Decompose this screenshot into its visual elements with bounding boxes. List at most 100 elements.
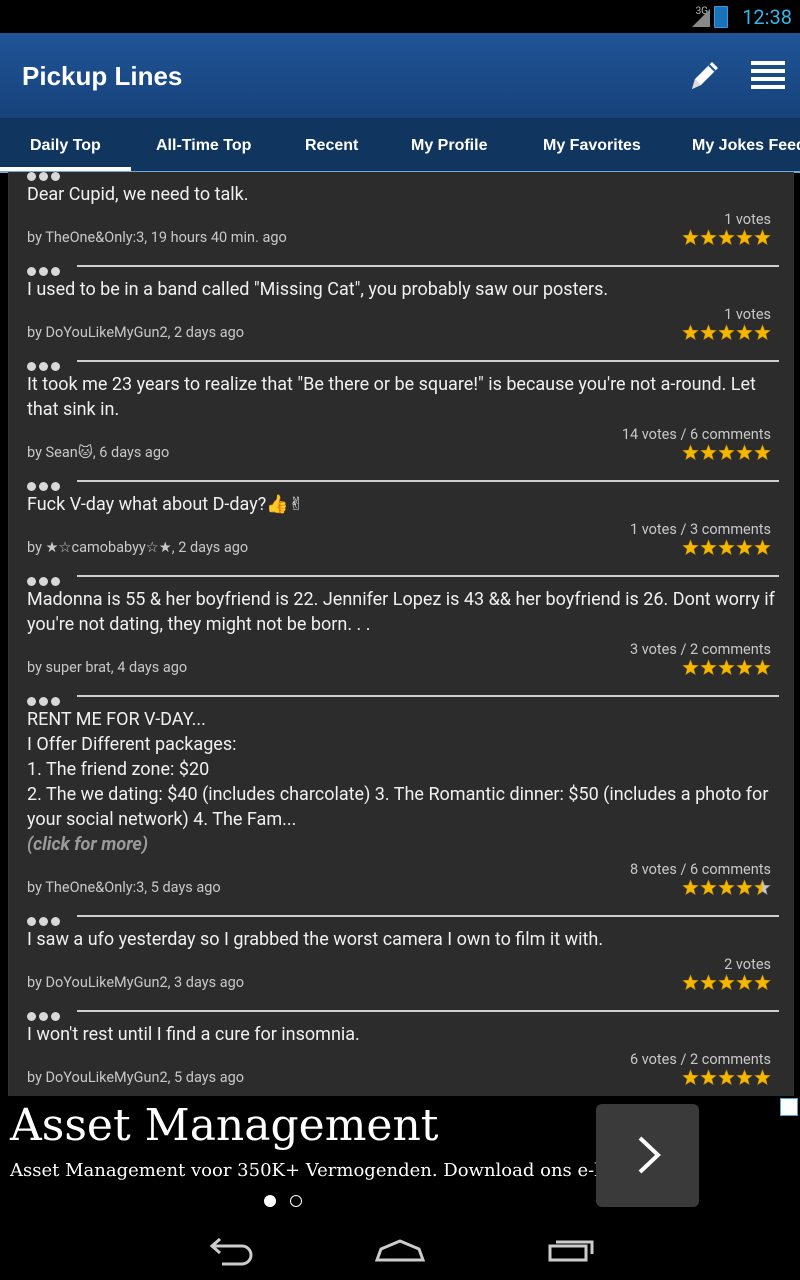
joke-meta: by DoYouLikeMyGun2, 3 days ago 2 votes bbox=[9, 952, 793, 1004]
pencil-icon[interactable] bbox=[684, 55, 724, 95]
star-icon bbox=[700, 659, 717, 676]
star-rating bbox=[681, 539, 771, 557]
star-icon bbox=[700, 444, 717, 461]
star-icon bbox=[736, 974, 753, 991]
tab-my-profile[interactable]: My Profile bbox=[411, 118, 487, 171]
system-nav-bar bbox=[0, 1216, 800, 1280]
menu-icon[interactable] bbox=[748, 55, 788, 95]
ad-page-dot-active bbox=[264, 1195, 276, 1207]
star-rating bbox=[681, 324, 771, 342]
home-icon[interactable] bbox=[370, 1228, 430, 1268]
joke-votes: 6 votes / 2 comments bbox=[630, 1051, 771, 1068]
star-icon bbox=[754, 324, 771, 341]
joke-votes: 14 votes / 6 comments bbox=[621, 426, 771, 443]
star-icon bbox=[736, 229, 753, 246]
joke-votes: 1 votes / 3 comments bbox=[630, 521, 771, 538]
joke-meta: by DoYouLikeMyGun2, 2 days ago 1 votes bbox=[9, 302, 793, 354]
tab-daily-top[interactable]: Daily Top bbox=[0, 118, 131, 171]
joke-votes: 3 votes / 2 comments bbox=[630, 641, 771, 658]
signal-icon bbox=[692, 9, 710, 27]
star-icon bbox=[718, 659, 735, 676]
joke-meta: by DoYouLikeMyGun2, 5 days ago 6 votes / … bbox=[9, 1047, 793, 1096]
star-rating bbox=[681, 879, 771, 897]
tab-recent[interactable]: Recent bbox=[305, 118, 358, 171]
star-icon bbox=[682, 324, 699, 341]
star-rating bbox=[681, 974, 771, 992]
joke-item[interactable]: I saw a ufo yesterday so I grabbed the w… bbox=[9, 923, 793, 1004]
joke-item[interactable]: It took me 23 years to realize that "Be … bbox=[9, 368, 793, 474]
joke-separator bbox=[9, 474, 793, 491]
ad-banner[interactable]: Asset Management Asset Management voor 3… bbox=[0, 1096, 800, 1216]
star-icon bbox=[718, 1069, 735, 1086]
star-rating bbox=[681, 659, 771, 677]
joke-text: I saw a ufo yesterday so I grabbed the w… bbox=[27, 929, 604, 950]
joke-author[interactable]: by Sean🐱, 6 days ago bbox=[27, 444, 169, 461]
ad-open-button[interactable] bbox=[596, 1104, 699, 1207]
joke-item[interactable]: RENT ME FOR V-DAY... I Offer Different p… bbox=[9, 703, 793, 909]
star-icon bbox=[736, 539, 753, 556]
chevron-right-icon bbox=[638, 1136, 661, 1174]
joke-meta: by TheOne&Only:3, 19 hours 40 min. ago 1 … bbox=[9, 207, 793, 259]
joke-votes: 2 votes bbox=[724, 956, 771, 973]
star-icon bbox=[718, 974, 735, 991]
action-bar: Pickup Lines bbox=[0, 33, 800, 118]
joke-meta: by super brat, 4 days ago 3 votes / 2 com… bbox=[9, 637, 793, 689]
star-icon bbox=[682, 879, 699, 896]
star-icon bbox=[700, 539, 717, 556]
clock: 12:38 bbox=[742, 5, 792, 29]
joke-separator bbox=[9, 1004, 793, 1021]
star-icon bbox=[700, 879, 717, 896]
recents-icon[interactable] bbox=[540, 1228, 600, 1268]
tab-bar: Daily Top All-Time Top Recent My Profile… bbox=[0, 118, 800, 173]
joke-text: Madonna is 55 & her boyfriend is 22. Jen… bbox=[27, 589, 775, 635]
star-rating bbox=[681, 444, 771, 462]
joke-text: Fuck V-day what about D-day?👍✌ bbox=[27, 494, 304, 515]
star-rating bbox=[681, 229, 771, 247]
star-icon bbox=[718, 539, 735, 556]
joke-meta: by ★☆camobabyy☆★, 2 days ago 1 votes / 3 … bbox=[9, 517, 793, 569]
joke-item[interactable]: I used to be in a band called "Missing C… bbox=[9, 273, 793, 354]
star-icon bbox=[754, 539, 771, 556]
star-icon bbox=[736, 879, 753, 896]
joke-text: I won't rest until I find a cure for ins… bbox=[27, 1024, 360, 1045]
star-icon bbox=[682, 539, 699, 556]
star-icon bbox=[700, 324, 717, 341]
app-title: Pickup Lines bbox=[22, 61, 183, 91]
battery-icon bbox=[714, 6, 728, 28]
joke-item[interactable]: I won't rest until I find a cure for ins… bbox=[9, 1018, 793, 1096]
ad-subtext[interactable]: Asset Management voor 350K+ Vermogenden.… bbox=[10, 1160, 646, 1181]
joke-author[interactable]: by TheOne&Only:3, 19 hours 40 min. ago bbox=[27, 229, 287, 246]
joke-text: I used to be in a band called "Missing C… bbox=[27, 279, 609, 300]
star-icon bbox=[754, 229, 771, 246]
joke-meta: by Sean🐱, 6 days ago 14 votes / 6 comment… bbox=[9, 422, 793, 474]
ad-headline[interactable]: Asset Management bbox=[10, 1100, 438, 1151]
star-icon bbox=[718, 879, 735, 896]
joke-item[interactable]: Dear Cupid, we need to talk. by TheOne&On… bbox=[9, 178, 793, 259]
joke-separator bbox=[9, 909, 793, 926]
star-icon bbox=[682, 229, 699, 246]
tab-my-favorites[interactable]: My Favorites bbox=[543, 118, 641, 171]
tab-all-time-top[interactable]: All-Time Top bbox=[156, 118, 251, 171]
joke-list[interactable]: Dear Cupid, we need to talk. by TheOne&On… bbox=[8, 172, 794, 1096]
star-icon bbox=[700, 229, 717, 246]
star-icon bbox=[718, 324, 735, 341]
joke-author[interactable]: by DoYouLikeMyGun2, 3 days ago bbox=[27, 974, 244, 991]
click-for-more-link[interactable]: (click for more) bbox=[9, 832, 793, 857]
star-icon bbox=[682, 444, 699, 461]
tab-my-jokes-feed[interactable]: My Jokes Feed bbox=[692, 118, 800, 171]
joke-item[interactable]: Fuck V-day what about D-day?👍✌ by ★☆camob… bbox=[9, 488, 793, 569]
joke-author[interactable]: by DoYouLikeMyGun2, 2 days ago bbox=[27, 324, 244, 341]
joke-item[interactable]: Madonna is 55 & her boyfriend is 22. Jen… bbox=[9, 583, 793, 689]
joke-author[interactable]: by super brat, 4 days ago bbox=[27, 659, 187, 676]
joke-author[interactable]: by DoYouLikeMyGun2, 5 days ago bbox=[27, 1069, 244, 1086]
status-bar: 3G 12:38 bbox=[0, 0, 800, 33]
star-rating bbox=[681, 1069, 771, 1087]
ad-page-dot bbox=[290, 1195, 302, 1207]
joke-separator bbox=[9, 354, 793, 371]
adchoices-icon[interactable] bbox=[780, 1098, 798, 1116]
joke-author[interactable]: by ★☆camobabyy☆★, 2 days ago bbox=[27, 539, 248, 556]
star-icon bbox=[754, 1069, 771, 1086]
back-icon[interactable] bbox=[200, 1228, 260, 1268]
joke-author[interactable]: by TheOne&Only:3, 5 days ago bbox=[27, 879, 221, 896]
star-icon bbox=[700, 1069, 717, 1086]
